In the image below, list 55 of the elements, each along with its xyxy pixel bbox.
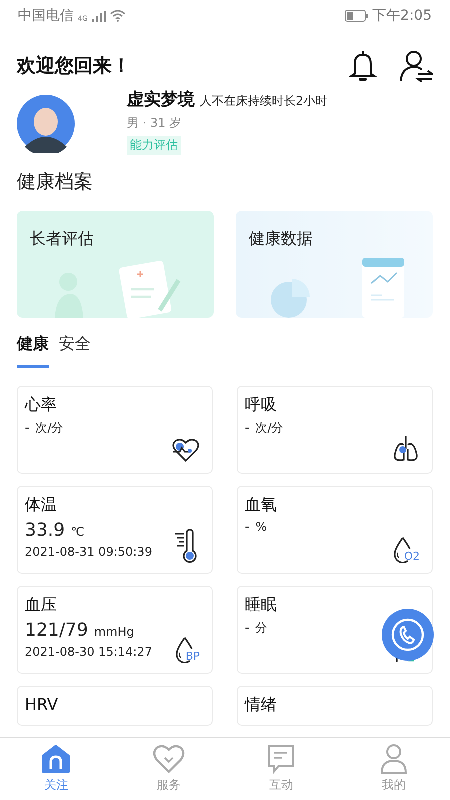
- bell-icon[interactable]: [349, 50, 377, 82]
- metric-value: 33.9: [25, 520, 66, 541]
- carrier-name: 中国电信: [18, 7, 74, 25]
- metric-value: -: [25, 421, 30, 436]
- message-icon: [267, 744, 296, 774]
- metric-card[interactable]: 情绪: [237, 686, 433, 726]
- category-tab[interactable]: 安全: [59, 334, 91, 368]
- category-tab[interactable]: 健康: [17, 334, 49, 368]
- battery-icon: [344, 10, 369, 22]
- home-icon: [41, 744, 72, 774]
- metric-card[interactable]: 血氧 - % O2: [237, 486, 433, 574]
- metric-title: HRV: [25, 695, 58, 714]
- metric-title: 体温: [25, 495, 57, 516]
- phone-call-button[interactable]: [382, 609, 434, 661]
- phone-icon: [391, 618, 425, 652]
- measure-time: 2021-08-31 09:50:39: [25, 545, 152, 559]
- bed-status: 人不在床持续时长2小时: [200, 93, 328, 110]
- nav-tab[interactable]: 关注: [0, 738, 112, 800]
- measure-time: 2021-08-30 15:14:27: [25, 645, 152, 659]
- metric-card[interactable]: 血压 121/79 mmHg 2021-08-30 15:14:27 BP: [17, 586, 213, 674]
- assessment-card[interactable]: 长者评估: [17, 211, 214, 318]
- metric-title: 情绪: [245, 695, 277, 716]
- user-name: 虚实梦境: [127, 89, 195, 111]
- metric-unit: ℃: [71, 525, 85, 539]
- metric-card[interactable]: HRV: [17, 686, 213, 726]
- signal-icon: [92, 10, 106, 22]
- lungs-icon: [392, 435, 420, 463]
- metric-title: 睡眠: [245, 595, 277, 616]
- metric-unit: 次/分: [36, 420, 64, 437]
- welcome-title: 欢迎您回来！: [17, 54, 132, 79]
- metric-value: -: [245, 520, 250, 535]
- heart-pulse-icon: [172, 437, 200, 463]
- heart-icon: [152, 744, 185, 774]
- metric-title: 心率: [25, 395, 57, 416]
- metric-card[interactable]: 体温 33.9 ℃ 2021-08-31 09:50:39: [17, 486, 213, 574]
- metric-title: 血压: [25, 595, 57, 616]
- health-data-card[interactable]: 健康数据: [236, 211, 433, 318]
- metric-unit: mmHg: [94, 625, 134, 639]
- section-title: 健康档案: [17, 170, 94, 195]
- switch-user-icon[interactable]: [399, 50, 433, 82]
- metric-unit: 分: [256, 620, 268, 637]
- user-icon: [380, 744, 408, 774]
- metric-unit: %: [256, 520, 268, 534]
- metric-unit: 次/分: [256, 420, 284, 437]
- metric-card[interactable]: 心率 - 次/分: [17, 386, 213, 474]
- thermometer-icon: [174, 529, 200, 563]
- metric-title: 血氧: [245, 495, 277, 516]
- gender-age: 男 · 31 岁: [127, 115, 182, 132]
- metric-value: -: [245, 421, 250, 436]
- wifi-icon: [110, 10, 126, 22]
- metric-value: -: [245, 621, 250, 636]
- metric-value: 121/79: [25, 620, 88, 641]
- metric-card[interactable]: 呼吸 - 次/分: [237, 386, 433, 474]
- clock-time: 下午2:05: [372, 7, 432, 25]
- metric-title: 呼吸: [245, 395, 277, 416]
